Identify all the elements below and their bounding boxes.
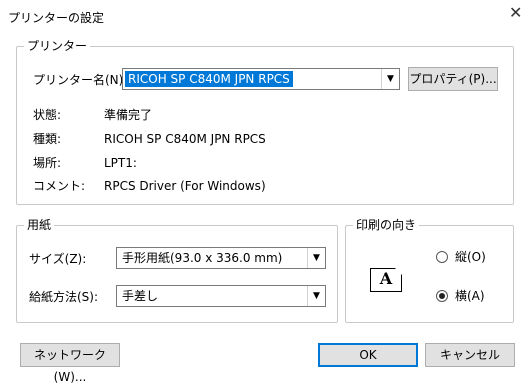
paper-group-legend: 用紙 (24, 218, 55, 232)
dialog-title: プリンターの設定 (8, 11, 105, 25)
radio-selected-dot (439, 293, 445, 299)
printer-name-value: RICOH SP C840M JPN RPCS (125, 71, 293, 87)
portrait-radio[interactable] (436, 251, 448, 263)
paper-size-label: サイズ(Z): (29, 252, 87, 266)
paper-size-select[interactable]: 手形用紙(93.0 x 336.0 mm) ▼ (116, 247, 326, 269)
landscape-radio[interactable] (436, 290, 448, 302)
paper-group: 用紙 (16, 218, 338, 323)
chevron-down-icon: ▼ (307, 248, 325, 268)
portrait-label[interactable]: 縦(O) (455, 249, 486, 265)
type-label: 種類: (33, 132, 62, 146)
chevron-down-icon: ▼ (381, 69, 399, 89)
paper-source-value: 手差し (122, 289, 159, 303)
type-value: RICOH SP C840M JPN RPCS (104, 132, 266, 146)
printer-name-label: プリンター名(N): (33, 73, 128, 87)
orientation-icon-letter: A (379, 269, 393, 288)
close-icon[interactable]: ✕ (509, 4, 522, 22)
paper-size-value: 手形用紙(93.0 x 336.0 mm) (122, 251, 283, 265)
location-label: 場所: (33, 156, 62, 170)
network-button[interactable]: ネットワーク(W)... (20, 343, 120, 384)
location-value: LPT1: (104, 156, 137, 170)
cancel-button[interactable]: キャンセル (425, 343, 515, 367)
orientation-group-legend: 印刷の向き (353, 218, 420, 232)
chevron-down-icon: ▼ (307, 286, 325, 306)
page-orientation-icon: A (370, 268, 402, 292)
ok-button[interactable]: OK (318, 343, 418, 367)
paper-source-select[interactable]: 手差し ▼ (116, 285, 326, 307)
printer-group-legend: プリンター (24, 39, 91, 53)
printer-name-select[interactable]: RICOH SP C840M JPN RPCS ▼ (122, 68, 400, 90)
comment-value: RPCS Driver (For Windows) (104, 179, 266, 193)
paper-source-label: 給紙方法(S): (29, 290, 99, 304)
status-label: 状態: (33, 108, 62, 122)
properties-button[interactable]: プロパティ(P)... (408, 67, 498, 91)
status-value: 準備完了 (104, 108, 153, 122)
landscape-label[interactable]: 横(A) (455, 288, 485, 304)
comment-label: コメント: (33, 179, 86, 193)
